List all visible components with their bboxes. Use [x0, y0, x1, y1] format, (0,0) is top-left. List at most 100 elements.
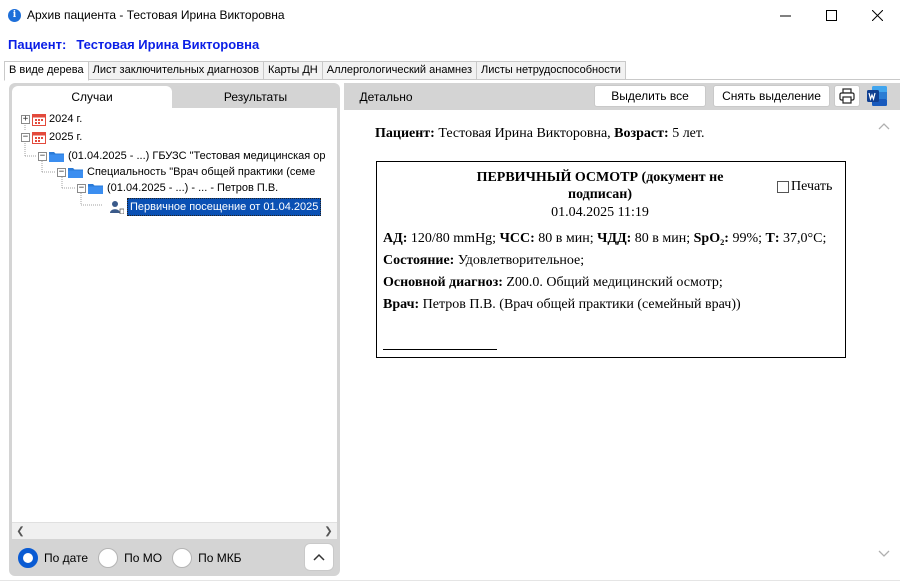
exam-body: АД: 120/80 mmHg; ЧСС: 80 в мин; ЧДД: 80 … — [383, 230, 838, 318]
state-label: Состояние: — [383, 253, 455, 268]
vital-value: 80 в мин; — [634, 231, 691, 246]
patient-header-name: Тестовая Ирина Викторовна — [76, 37, 260, 52]
minimize-button[interactable] — [762, 0, 808, 30]
main-tabs: В виде дерева Лист заключительных диагно… — [4, 61, 626, 81]
tree-horizontal-scrollbar[interactable]: ❮ ❯ — [12, 522, 337, 539]
tree-node-episode[interactable]: − (01.04.2025 - ...) - ... - Петров П.В. — [77, 180, 278, 196]
vital-value: 80 в мин; — [538, 231, 594, 246]
tab-tree-view[interactable]: В виде дерева — [4, 61, 89, 81]
cases-tree: + 2024 г. − 2025 г. − (01.04.2025 - ...)… — [12, 108, 337, 539]
maximize-icon — [825, 9, 837, 21]
tree-node-label: (01.04.2025 - ...) ГБУЗС "Тестовая медиц… — [68, 150, 326, 162]
subtab-results[interactable]: Результаты — [174, 86, 337, 108]
tree-node-label: 2025 г. — [49, 131, 83, 143]
exam-date: 01.04.2025 11:19 — [551, 205, 649, 220]
radio-label: По МКБ — [198, 551, 242, 565]
scroll-thumb[interactable] — [32, 526, 322, 537]
scroll-right-icon[interactable]: ❯ — [320, 523, 337, 540]
subtab-cases[interactable]: Случаи — [12, 86, 172, 108]
scroll-left-icon[interactable]: ❮ — [12, 523, 29, 540]
radio-sort-by-mkb[interactable] — [172, 548, 193, 568]
tab-final-diagnoses[interactable]: Лист заключительных диагнозов — [88, 61, 264, 80]
collapse-panel-button[interactable] — [304, 543, 334, 571]
diagnosis-line: Основной диагноз: Z00.0. Общий медицинск… — [383, 274, 838, 292]
vital-value: 99%; — [732, 231, 763, 246]
document-vertical-scrollbar[interactable] — [876, 111, 892, 576]
doctor-label: Врач: — [383, 297, 420, 312]
tab-sick-leave[interactable]: Листы нетрудоспособности — [477, 61, 626, 80]
radio-label: По МО — [124, 551, 163, 565]
collapse-icon[interactable]: − — [77, 183, 86, 193]
expand-icon[interactable]: + — [21, 114, 30, 124]
checkbox-icon[interactable] — [777, 181, 789, 193]
collapse-icon[interactable]: − — [21, 132, 30, 142]
chevron-down-icon — [878, 550, 890, 557]
collapse-icon[interactable]: − — [57, 167, 66, 177]
calendar-icon — [32, 131, 46, 144]
tree-node-label: Специальность "Врач общей практики (семе — [87, 166, 316, 178]
diagnosis-value: Z00.0. Общий медицинский осмотр; — [506, 275, 723, 290]
exam-title: ПЕРВИЧНЫЙ ОСМОТР (документ не подписан) — [476, 170, 724, 202]
state-line: Состояние: Удовлетворительное; — [383, 252, 838, 270]
folder-icon — [49, 152, 64, 162]
document-patient-line: Пациент: Тестовая Ирина Викторовна, Возр… — [375, 126, 704, 142]
select-all-button[interactable]: Выделить все — [594, 85, 706, 107]
title-bar: i Архив пациента - Тестовая Ирина Виктор… — [0, 0, 900, 30]
chevron-up-icon — [878, 123, 890, 130]
status-strip — [0, 580, 900, 588]
maximize-button[interactable] — [808, 0, 854, 30]
tree-node-organization[interactable]: − (01.04.2025 - ...) ГБУЗС "Тестовая мед… — [38, 148, 326, 164]
tab-allergy-history[interactable]: Аллергологический анамнез — [322, 61, 477, 80]
vital-label: АД: — [383, 231, 408, 246]
vital-value: 37,0°C; — [783, 231, 827, 246]
info-icon: i — [8, 9, 21, 22]
state-value: Удовлетворительное; — [457, 253, 585, 268]
close-icon — [871, 9, 883, 21]
doctor-value: Петров П.В. (Врач общей практики (семейн… — [422, 297, 741, 312]
tree-node-label: (01.04.2025 - ...) - ... - Петров П.В. — [107, 182, 279, 194]
tree-node-2024[interactable]: + 2024 г. — [21, 111, 82, 127]
print-button[interactable] — [834, 85, 860, 107]
vital-label: Т: — [765, 231, 780, 246]
vital-label: ЧДД: — [597, 231, 632, 246]
folder-icon — [68, 168, 83, 178]
tree-node-2025[interactable]: − 2025 г. — [21, 129, 82, 145]
tree-node-specialty[interactable]: − Специальность "Врач общей практики (се… — [57, 164, 315, 180]
close-button[interactable] — [854, 0, 900, 30]
vital-label: SpO₂: — [693, 231, 729, 246]
patient-header: Пациент: Тестовая Ирина Викторовна — [8, 37, 269, 52]
radio-sort-by-mo[interactable] — [98, 548, 119, 568]
tree-node-label-selected: Первичное посещение от 01.04.2025 — [127, 198, 322, 216]
scroll-up-icon[interactable] — [876, 121, 892, 137]
diagnosis-label: Основной диагноз: — [383, 275, 503, 290]
radio-sort-by-date[interactable] — [18, 548, 38, 568]
age-label: Возраст: — [614, 126, 669, 141]
printer-icon — [839, 88, 855, 104]
doctor-document-icon — [110, 201, 124, 214]
patient-name: Тестовая Ирина Викторовна, — [438, 126, 611, 141]
tree-node-visit[interactable]: Первичное посещение от 01.04.2025 — [109, 198, 322, 216]
vital-value: 120/80 mmHg; — [410, 231, 497, 246]
window-title: Архив пациента - Тестовая Ирина Викторов… — [27, 8, 285, 22]
word-icon — [867, 86, 887, 106]
deselect-button[interactable]: Снять выделение — [713, 85, 830, 107]
calendar-icon — [32, 113, 46, 126]
tree-node-label: 2024 г. — [49, 113, 83, 125]
export-word-button[interactable] — [866, 85, 888, 107]
tab-dn-cards[interactable]: Карты ДН — [263, 61, 323, 80]
doctor-line: Врач: Петров П.В. (Врач общей практики (… — [383, 296, 838, 314]
tab-detail[interactable]: Детально — [346, 86, 426, 108]
folder-icon — [88, 184, 103, 194]
radio-label: По дате — [44, 551, 89, 565]
print-checkbox[interactable]: Печать — [777, 179, 832, 195]
collapse-icon[interactable]: − — [38, 151, 47, 161]
signature-line — [383, 349, 497, 350]
sort-options: По дате По МО По МКБ — [18, 546, 252, 570]
minimize-icon — [779, 15, 791, 16]
scroll-down-icon[interactable] — [876, 549, 892, 565]
patient-header-label: Пациент: — [8, 37, 67, 52]
age-value: 5 лет. — [672, 126, 705, 141]
print-checkbox-label: Печать — [791, 179, 833, 194]
chevron-up-icon — [313, 553, 325, 561]
patient-label: Пациент: — [375, 126, 435, 141]
